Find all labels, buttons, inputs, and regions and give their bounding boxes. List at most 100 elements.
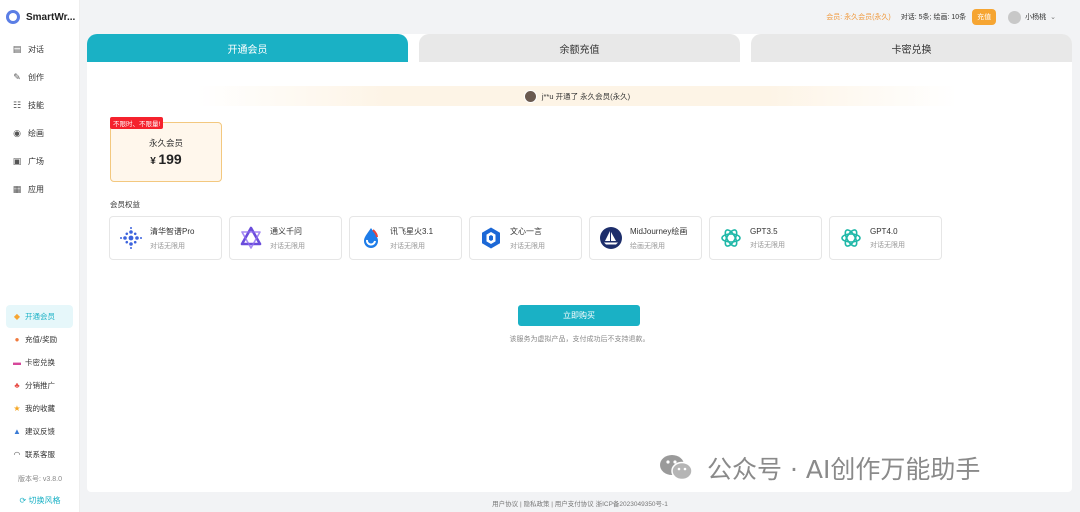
zhipu-icon: [119, 226, 143, 250]
sidebar-item-create[interactable]: ✎ 创作: [0, 63, 79, 91]
watermark-text: 公众号 · AI创作万能助手: [707, 455, 981, 484]
plan-name: 永久会员: [148, 138, 183, 148]
openai-icon: [719, 226, 743, 250]
benefit-name: 清华智谱Pro: [150, 226, 195, 236]
currency-symbol: ¥: [150, 156, 156, 167]
sidebar-item-feedback[interactable]: ▲ 建议反馈: [6, 420, 73, 443]
openai-icon: [839, 226, 863, 250]
theme-switch-button[interactable]: ⟳ 切换风格: [0, 495, 80, 506]
benefit-name: 文心一言: [510, 226, 542, 236]
buyer-avatar: [523, 89, 537, 103]
footer: 用户协议 | 隐私政策 | 用户支付协议 浙ICP备2023049350号-1: [492, 500, 668, 508]
benefit-card: 讯飞星火3.1 对话无限用: [349, 216, 462, 260]
tongyi-icon: [239, 226, 263, 250]
feedback-icon: ▲: [13, 427, 21, 436]
app-title: SmartWr...: [26, 11, 76, 23]
benefit-name: 通义千问: [270, 226, 302, 236]
benefit-card: 文心一言 对话无限用: [469, 216, 582, 260]
sidebar-item-drawing[interactable]: ◉ 绘画: [0, 119, 79, 147]
tab-balance-recharge[interactable]: 余额充值: [419, 34, 740, 62]
pen-icon: ✎: [13, 71, 21, 82]
skills-icon: ☷: [12, 99, 22, 110]
spark-icon: [359, 226, 383, 250]
benefits-list: 清华智谱Pro 对话无限用 通义千问 对话无限用 讯飞星火3.1 对话无限用 文…: [109, 216, 942, 260]
sidebar-item-label: 我的收藏: [25, 404, 55, 413]
sidebar-item-label: 卡密兑换: [25, 358, 55, 367]
sidebar-item-support[interactable]: ◠ 联系客服: [6, 443, 73, 466]
sidebar-item-label: 分销推广: [25, 381, 55, 390]
sidebar-item-label: 开通会员: [25, 312, 55, 321]
wechat-icon: [659, 454, 693, 482]
benefit-card: GPT3.5 对话无限用: [709, 216, 822, 260]
username: 小杨桃: [1025, 14, 1047, 21]
sidebar-item-skills[interactable]: ☷ 技能: [0, 91, 79, 119]
recharge-button[interactable]: 充值: [972, 9, 997, 25]
app-logo[interactable]: SmartWr...: [0, 0, 79, 34]
version-label: 版本号: v3.8.0: [18, 476, 62, 483]
sidebar: SmartWr... ▤ 对话 ✎ 创作 ☷ 技能 ◉ 绘画 ▣ 广场 ▦ 应用…: [0, 0, 80, 512]
recharge-icon: ●: [14, 335, 20, 344]
top-header: 会员: 永久会员(永久) 对话: 5条; 绘画: 10条 充值 小杨桃 ⌄: [80, 0, 1080, 34]
chat-icon: ▤: [12, 43, 22, 54]
benefit-desc: 对话无限用: [750, 241, 785, 249]
sidebar-item-vip[interactable]: ◆ 开通会员: [6, 305, 73, 328]
plan-card[interactable]: 不限时、不限量! 永久会员 ¥ 199: [110, 117, 222, 182]
sidebar-item-card-redeem[interactable]: ▬ 卡密兑换: [6, 351, 73, 374]
sidebar-item-label: 应用: [28, 184, 44, 194]
benefit-desc: 对话无限用: [150, 242, 185, 250]
refund-note: 该服务为虚拟产品，支付成功后不支持退款。: [509, 336, 650, 343]
sidebar-item-label: 创作: [28, 72, 44, 82]
benefit-name: GPT3.5: [750, 226, 778, 236]
theme-switch-label: 切换风格: [28, 496, 61, 505]
palette-icon: ◉: [13, 127, 21, 138]
sidebar-bottom-menu: ◆ 开通会员 ● 充值/奖励 ▬ 卡密兑换 ♣ 分销推广 ★ 我的收藏 ▲ 建议…: [6, 305, 73, 466]
logo-icon: [6, 10, 20, 24]
watermark: 公众号 · AI创作万能助手: [659, 450, 980, 486]
benefit-name: 讯飞星火3.1: [390, 226, 434, 236]
sidebar-item-label: 对话: [28, 44, 44, 54]
benefit-desc: 绘画无限用: [630, 242, 665, 250]
vip-icon: ◆: [13, 312, 21, 321]
buy-now-button[interactable]: 立即购买: [518, 305, 640, 326]
benefit-desc: 对话无限用: [870, 241, 905, 249]
tab-membership[interactable]: 开通会员: [87, 34, 408, 62]
sidebar-item-distribution[interactable]: ♣ 分销推广: [6, 374, 73, 397]
member-status: 会员: 永久会员(永久): [826, 14, 891, 21]
share-icon: ♣: [14, 381, 20, 390]
chevron-down-icon: ⌄: [1050, 14, 1056, 21]
sidebar-item-label: 建议反馈: [25, 427, 55, 436]
tab-card-redeem[interactable]: 卡密兑换: [751, 34, 1072, 62]
sidebar-item-chat[interactable]: ▤ 对话: [0, 35, 79, 63]
card-icon: ▬: [13, 358, 21, 367]
wenxin-icon: [479, 226, 503, 250]
sidebar-item-label: 充值/奖励: [25, 335, 58, 344]
tab-bar: 开通会员 余额充值 卡密兑换: [87, 34, 1072, 62]
gallery-icon: ▣: [12, 155, 22, 166]
benefit-card: 清华智谱Pro 对话无限用: [109, 216, 222, 260]
main-panel: 开通会员 余额充值 卡密兑换 j**u 开通了 永久会员(永久) 不限时、不限量…: [87, 34, 1072, 492]
star-icon: ★: [13, 404, 21, 413]
benefit-card: GPT4.0 对话无限用: [829, 216, 942, 260]
benefit-desc: 对话无限用: [270, 242, 305, 250]
sidebar-item-favorites[interactable]: ★ 我的收藏: [6, 397, 73, 420]
midjourney-icon: [599, 226, 623, 250]
sidebar-item-apps[interactable]: ▦ 应用: [0, 175, 79, 203]
apps-icon: ▦: [12, 183, 22, 194]
sidebar-item-recharge[interactable]: ● 充值/奖励: [6, 328, 73, 351]
user-menu[interactable]: 小杨桃 ⌄: [1008, 10, 1056, 24]
price-value: 199: [158, 151, 182, 167]
sidebar-item-label: 技能: [28, 100, 44, 110]
headset-icon: ◠: [13, 450, 21, 459]
benefit-name: MidJourney绘画: [630, 226, 688, 236]
sidebar-item-square[interactable]: ▣ 广场: [0, 147, 79, 175]
sidebar-item-label: 广场: [28, 156, 44, 166]
benefit-card: 通义千问 对话无限用: [229, 216, 342, 260]
benefit-desc: 对话无限用: [390, 242, 425, 250]
usage-status: 对话: 5条; 绘画: 10条: [900, 14, 967, 21]
purchase-notice-text: j**u 开通了 永久会员(永久): [541, 91, 631, 101]
benefit-card: MidJourney绘画 绘画无限用: [589, 216, 702, 260]
plan-price: ¥ 199: [111, 151, 221, 167]
avatar: [1008, 10, 1022, 24]
benefits-title: 会员权益: [110, 200, 140, 209]
benefit-name: GPT4.0: [870, 226, 898, 236]
